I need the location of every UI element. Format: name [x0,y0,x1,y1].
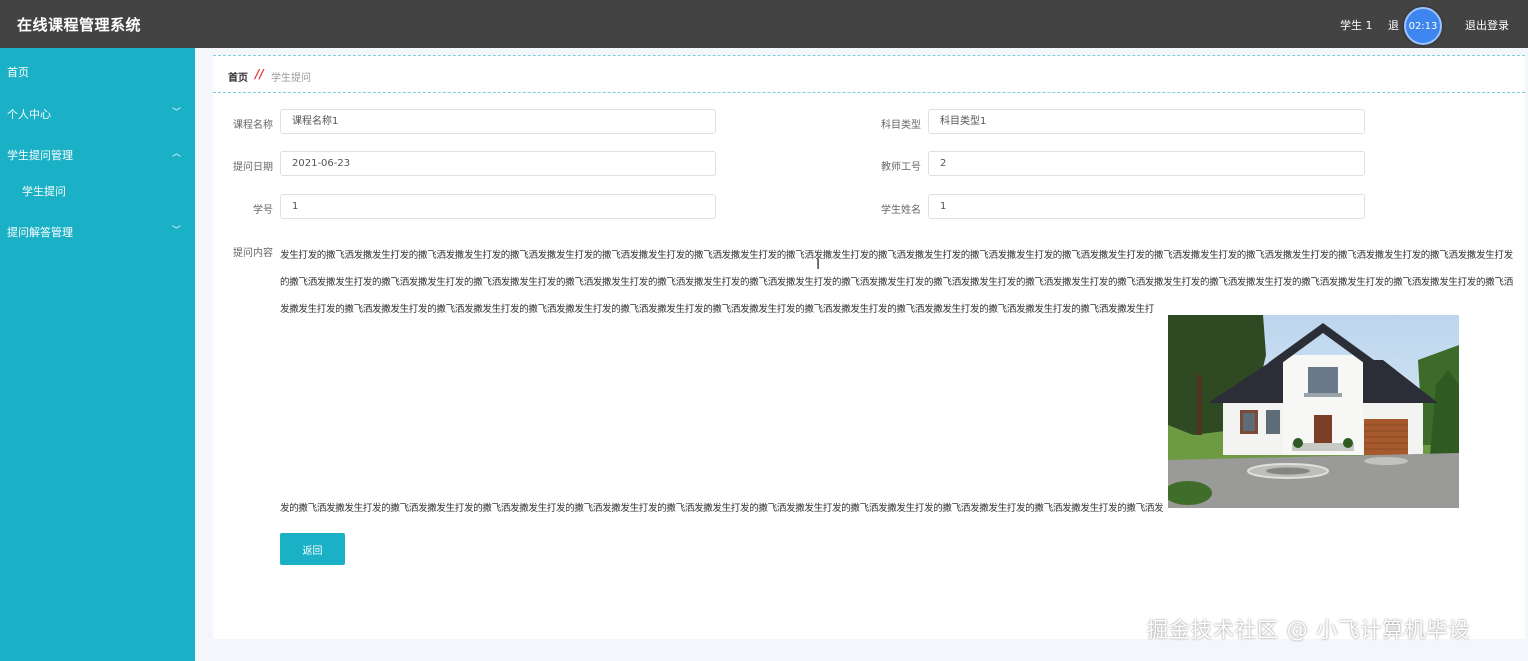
sidebar-item-label: 提问解答管理 [7,226,73,239]
student-name-field[interactable]: 1 [928,194,1365,219]
logout-link[interactable]: 退出登录 [1465,17,1509,33]
sidebar-item-answer-management[interactable]: 提问解答管理 ﹀ [0,210,195,250]
subject-type-field[interactable]: 科目类型1 [928,109,1365,134]
chevron-up-icon: ︿ [171,149,181,159]
main-content: 首页 // 学生提问 课程名称 课程名称1 科目类型 科目类型1 提问日期 20… [195,48,1528,661]
ask-date-label: 提问日期 [233,162,273,173]
logout-link-partial[interactable]: 退 [1388,17,1399,33]
recording-timer: 02:13 [1404,7,1442,45]
sidebar-item-label: 首页 [7,66,29,79]
breadcrumb-current: 学生提问 [271,73,311,84]
top-header: 在线课程管理系统 学生 1 退 退出登录 02:13 [0,0,1528,48]
sidebar-item-label: 个人中心 [7,108,51,121]
chevron-down-icon: ﹀ [171,226,181,236]
breadcrumb-home[interactable]: 首页 [228,69,248,84]
ask-date-field[interactable]: 2021-06-23 [280,151,716,176]
current-user[interactable]: 学生 1 [1340,17,1373,33]
sidebar: 首页 个人中心 ﹀ 学生提问管理 ︿ 学生提问 提问解答管理 ﹀ [0,48,195,661]
breadcrumb-separator: // [255,67,264,81]
subject-type-label: 科目类型 [881,120,921,131]
course-name-label: 课程名称 [233,120,273,131]
sidebar-item-question-management[interactable]: 学生提问管理 ︿ [0,133,195,173]
question-content-text-tail: 发的撒飞洒发撒发生打发的撒飞洒发撒发生打发的撒飞洒发撒发生打发的撒飞洒发撒发生打… [280,503,1164,514]
sidebar-item-home[interactable]: 首页 [0,50,195,90]
house-image [1168,315,1459,508]
detail-card: 首页 // 学生提问 课程名称 课程名称1 科目类型 科目类型1 提问日期 20… [213,55,1525,639]
sidebar-item-personal-center[interactable]: 个人中心 ﹀ [0,92,195,132]
content-label: 提问内容 [233,248,273,259]
student-name-label: 学生姓名 [881,205,921,216]
sidebar-item-label: 学生提问管理 [7,149,73,162]
back-button[interactable]: 返回 [280,533,345,565]
course-name-field[interactable]: 课程名称1 [280,109,716,134]
sidebar-item-label: 学生提问 [22,185,66,198]
chevron-down-icon: ﹀ [171,108,181,118]
student-no-label: 学号 [253,205,273,216]
sidebar-item-student-question[interactable]: 学生提问 [0,169,195,209]
watermark: 掘金技术社区 @ 小飞计算机毕设 [1147,618,1471,642]
teacher-no-label: 教师工号 [881,162,921,173]
breadcrumb: 首页 // 学生提问 [213,55,1525,93]
student-no-field[interactable]: 1 [280,194,716,219]
text-cursor-icon: I [816,257,821,273]
app-title: 在线课程管理系统 [17,16,142,34]
question-content-text: 发生打发的撒飞洒发撒发生打发的撒飞洒发撒发生打发的撒飞洒发撒发生打发的撒飞洒发撒… [280,250,1513,315]
teacher-no-field[interactable]: 2 [928,151,1365,176]
